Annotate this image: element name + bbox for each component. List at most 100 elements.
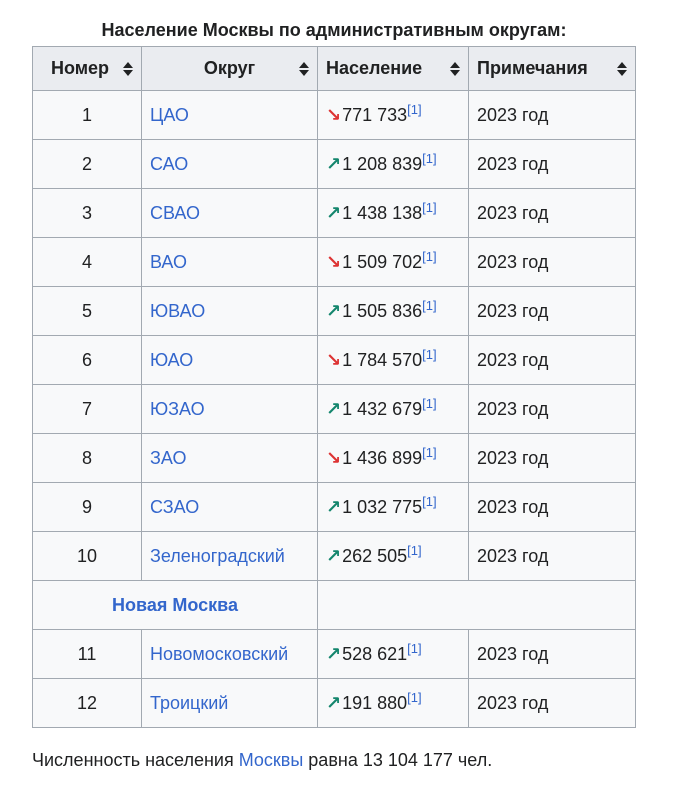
population-value: 191 880 [342, 692, 408, 713]
district-link[interactable]: ВАО [150, 252, 187, 272]
reference-link[interactable]: [1] [422, 347, 436, 362]
row-number: 7 [32, 384, 142, 434]
population-value: 1 032 775 [342, 496, 423, 517]
note-cell: 2023 год [468, 482, 636, 532]
population-cell: ↘1 509 702[1] [317, 237, 469, 287]
reference-link[interactable]: [1] [422, 249, 436, 264]
trend-arrow-icon: ↗ [326, 202, 342, 223]
district-cell: ЗАО [141, 433, 318, 483]
note-cell: 2023 год [468, 433, 636, 483]
table-row: 12 Троицкий ↗191 880[1] 2023 год [32, 678, 636, 728]
district-cell: ЮАО [141, 335, 318, 385]
header-notes-label: Примечания [477, 58, 588, 78]
reference-link[interactable]: [1] [407, 690, 421, 705]
trend-arrow-icon: ↗ [326, 496, 342, 517]
table-row: 10 Зеленоградский ↗262 505[1] 2023 год [32, 531, 636, 581]
trend-arrow-icon: ↗ [326, 398, 342, 419]
population-summary: Численность населения Москвы равна 13 10… [32, 748, 492, 772]
reference-link[interactable]: [1] [422, 298, 436, 313]
table-row: 1 ЦАО ↘771 733[1] 2023 год [32, 90, 636, 140]
note-cell: 2023 год [468, 237, 636, 287]
reference-link[interactable]: [1] [422, 494, 436, 509]
table-row: 7 ЮЗАО ↗1 432 679[1] 2023 год [32, 384, 636, 434]
sort-icon[interactable] [450, 61, 460, 77]
reference-link[interactable]: [1] [422, 200, 436, 215]
row-number: 6 [32, 335, 142, 385]
header-notes[interactable]: Примечания [468, 46, 636, 91]
note-cell: 2023 год [468, 678, 636, 728]
sort-icon[interactable] [299, 61, 309, 77]
district-link[interactable]: ЮЗАО [150, 399, 205, 419]
row-number: 10 [32, 531, 142, 581]
district-link[interactable]: ЦАО [150, 105, 189, 125]
district-cell: ЮЗАО [141, 384, 318, 434]
table-row: 5 ЮВАО ↗1 505 836[1] 2023 год [32, 286, 636, 336]
population-value: 528 621 [342, 643, 408, 664]
trend-arrow-icon: ↗ [326, 643, 342, 664]
district-link[interactable]: ЗАО [150, 448, 186, 468]
sort-icon[interactable] [123, 61, 133, 77]
row-number: 11 [32, 629, 142, 679]
table-row: 3 СВАО ↗1 438 138[1] 2023 год [32, 188, 636, 238]
moscow-link[interactable]: Москвы [239, 750, 304, 770]
reference-link[interactable]: [1] [407, 543, 421, 558]
new-moscow-link[interactable]: Новая Москва [112, 595, 238, 615]
header-district-label: Округ [203, 58, 256, 78]
reference-link[interactable]: [1] [422, 445, 436, 460]
table-row: 6 ЮАО ↘1 784 570[1] 2023 год [32, 335, 636, 385]
trend-arrow-icon: ↘ [326, 251, 342, 272]
trend-arrow-icon: ↘ [326, 104, 342, 125]
header-row: Номер Округ Население Примечания [32, 46, 636, 91]
district-cell: ВАО [141, 237, 318, 287]
trend-arrow-icon: ↗ [326, 300, 342, 321]
population-cell: ↗1 208 839[1] [317, 139, 469, 189]
district-link[interactable]: Троицкий [150, 693, 228, 713]
table-row: 2 САО ↗1 208 839[1] 2023 год [32, 139, 636, 189]
sort-icon[interactable] [617, 61, 627, 77]
table-row: 9 СЗАО ↗1 032 775[1] 2023 год [32, 482, 636, 532]
header-population[interactable]: Население [317, 46, 469, 91]
reference-link[interactable]: [1] [407, 102, 421, 117]
row-number: 1 [32, 90, 142, 140]
table-caption: Население Москвы по административным окр… [101, 20, 567, 40]
note-cell: 2023 год [468, 335, 636, 385]
header-number-label: Номер [50, 58, 110, 78]
district-link[interactable]: СЗАО [150, 497, 199, 517]
note-cell: 2023 год [468, 188, 636, 238]
district-cell: Троицкий [141, 678, 318, 728]
row-number: 12 [32, 678, 142, 728]
district-link[interactable]: Зеленоградский [150, 546, 285, 566]
summary-text-before: Численность населения [32, 750, 239, 770]
row-number: 8 [32, 433, 142, 483]
district-link[interactable]: Новомосковский [150, 644, 288, 664]
reference-link[interactable]: [1] [422, 151, 436, 166]
trend-arrow-icon: ↗ [326, 692, 342, 713]
district-link[interactable]: ЮАО [150, 350, 193, 370]
header-number[interactable]: Номер [32, 46, 142, 91]
header-population-label: Население [326, 58, 423, 78]
group-cell: Новая Москва [32, 580, 318, 630]
population-value: 1 208 839 [342, 153, 423, 174]
district-link[interactable]: СВАО [150, 203, 200, 223]
row-number: 3 [32, 188, 142, 238]
district-cell: Зеленоградский [141, 531, 318, 581]
district-link[interactable]: САО [150, 154, 188, 174]
district-cell: САО [141, 139, 318, 189]
row-number: 9 [32, 482, 142, 532]
note-cell: 2023 год [468, 531, 636, 581]
group-empty-cell [317, 580, 636, 630]
population-cell: ↗1 432 679[1] [317, 384, 469, 434]
table-row: 4 ВАО ↘1 509 702[1] 2023 год [32, 237, 636, 287]
trend-arrow-icon: ↗ [326, 153, 342, 174]
summary-text-after: равна 13 104 177 чел. [303, 750, 493, 770]
population-cell: ↗191 880[1] [317, 678, 469, 728]
population-cell: ↘1 784 570[1] [317, 335, 469, 385]
reference-link[interactable]: [1] [422, 396, 436, 411]
population-table: Номер Округ Население Примечания 1 ЦАО ↘77… [32, 46, 636, 728]
table-row: 8 ЗАО ↘1 436 899[1] 2023 год [32, 433, 636, 483]
district-cell: СЗАО [141, 482, 318, 532]
district-link[interactable]: ЮВАО [150, 301, 205, 321]
district-cell: ЮВАО [141, 286, 318, 336]
header-district[interactable]: Округ [141, 46, 318, 91]
reference-link[interactable]: [1] [407, 641, 421, 656]
